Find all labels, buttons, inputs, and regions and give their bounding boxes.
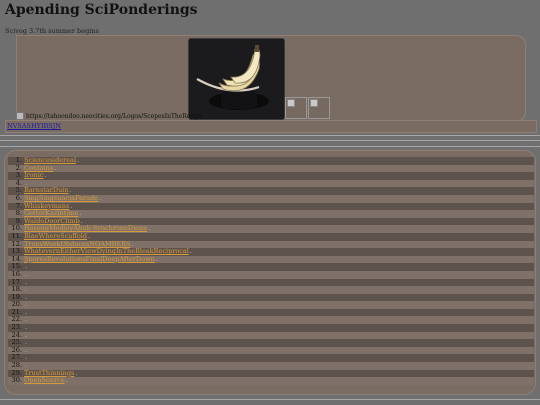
list-item-separator: .: [75, 368, 78, 377]
list-item: 8. GetterKazintime.: [8, 210, 534, 218]
numbered-link-list: 1. Sciencesidereal. 2. Contains. 3. Ironic. 4.…: [8, 156, 534, 385]
list-item: 1. Sciencesidereal.: [8, 156, 534, 165]
list-item: 17..: [8, 278, 534, 287]
broken-image-icon: [308, 97, 330, 119]
list-item: 28..: [8, 361, 534, 370]
list-item: 14. SporesRevolutionsFinalDeepAfterDown.: [8, 254, 534, 264]
divider: [0, 140, 540, 141]
list-item-separator: .: [148, 224, 151, 233]
list-item-separator: .: [99, 193, 102, 202]
logo-alt-text: https://tahoondoo.neocities.org/Logos/Sc…: [26, 112, 203, 120]
list-item: 30. OpenSource.: [8, 377, 534, 385]
list-item: 21..: [8, 308, 534, 317]
list-item: 3. Ironic.: [8, 172, 534, 180]
broken-image-icon: [285, 97, 307, 119]
list-item: 7. Whiskeymans.: [8, 202, 534, 211]
list-item: 29. TrustThinnings.: [8, 368, 534, 378]
bananas-illustration: [189, 39, 284, 119]
list-item: 19..: [8, 293, 534, 302]
nav-link[interactable]: NVSASHYIBSJN: [7, 122, 61, 130]
logo-image-alt: https://tahoondoo.neocities.org/Logos/Sc…: [16, 112, 202, 120]
divider: [0, 399, 540, 400]
list-item-separator: .: [155, 254, 158, 263]
list-item-link[interactable]: OpenSource: [24, 377, 65, 385]
list-item: 24..: [8, 331, 534, 340]
list-item: 6. SingSingsunciaParade.: [8, 193, 534, 203]
list-item: 26..: [8, 346, 534, 355]
site-title: Apending SciPonderings: [5, 2, 198, 18]
bananas-photo: [188, 38, 285, 120]
list-item-separator: .: [77, 156, 80, 164]
list-item: 23..: [8, 323, 534, 332]
list-item: 22..: [8, 316, 534, 325]
list-item: 20..: [8, 301, 534, 309]
list-item-separator: .: [54, 163, 57, 172]
site-subtitle: Scivog 3.7th summer begins: [5, 27, 99, 35]
list-item: 15..: [8, 263, 534, 271]
list-item-link[interactable]: SporesRevolutionsFinalDeepAfterDown: [24, 255, 155, 264]
list-item-separator: .: [65, 376, 68, 385]
list-item-number: 30.: [11, 376, 22, 385]
list-item: 4..: [8, 179, 534, 188]
list-item: 18..: [8, 285, 534, 294]
divider: [0, 146, 540, 147]
nav-bar: [5, 120, 537, 133]
list-item: 27..: [8, 354, 534, 363]
list-item-separator: .: [44, 171, 47, 180]
list-item-separator: .: [189, 247, 192, 256]
list-item: 16..: [8, 270, 534, 279]
list-item: 25..: [8, 339, 534, 347]
broken-image-icon: [16, 112, 24, 120]
divider: [0, 135, 540, 136]
list-item: 2. Contains.: [8, 163, 534, 173]
